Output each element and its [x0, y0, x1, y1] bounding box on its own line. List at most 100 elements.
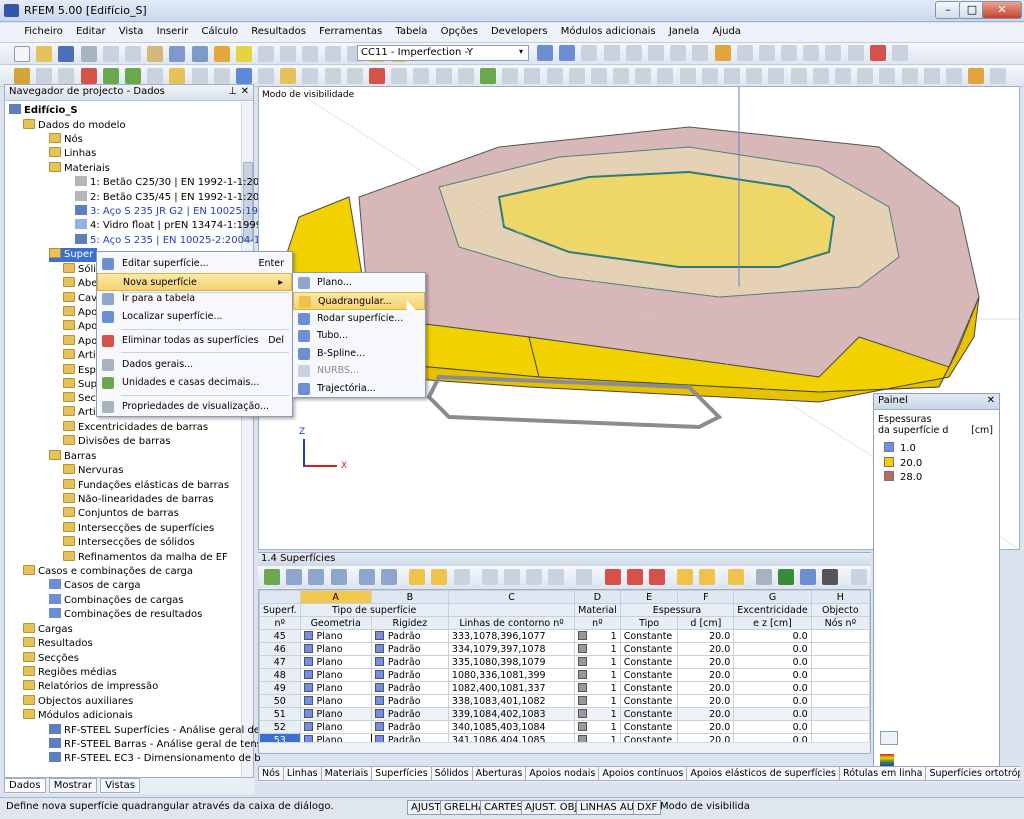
view-icon[interactable] [892, 45, 908, 61]
table-tool-icon[interactable] [677, 569, 694, 585]
panel-close-icon[interactable]: ✕ [987, 395, 995, 406]
col-d[interactable]: D [574, 590, 621, 604]
table-row[interactable]: 50 Plano Padrão 338,1083,401,1082 1 Constante… [259, 694, 870, 708]
tool-icon[interactable] [302, 68, 319, 84]
tree-solid-intersections[interactable]: Intersecções de sólidos [63, 536, 195, 550]
sub-trajectory[interactable]: Trajectória... [293, 380, 425, 398]
tree-member-nonlinearities[interactable]: Não-linearidades de barras [63, 493, 214, 507]
save-icon[interactable] [58, 46, 75, 62]
tool-icon[interactable] [369, 68, 385, 84]
tree-member-foundations[interactable]: Fundações elásticas de barras [63, 479, 229, 493]
tree-lines[interactable]: Linhas [49, 147, 96, 161]
print-icon[interactable] [80, 46, 97, 62]
tree-module-rf-steel-ec3[interactable]: RF-STEEL EC3 - Dimensionamento de b [49, 752, 261, 766]
sheet-tab-materiais[interactable]: Materiais [320, 766, 373, 781]
table-tool-icon[interactable] [358, 569, 375, 585]
table-tool-icon[interactable] [800, 569, 817, 585]
tool-icon[interactable] [413, 68, 430, 84]
table-tool-icon[interactable] [380, 569, 397, 585]
ctx-new-surface[interactable]: Nova superfície ▸ [97, 273, 292, 291]
cut-icon[interactable] [102, 46, 119, 62]
tree-member-sets[interactable]: Conjuntos de barras [63, 507, 179, 521]
sub-pipe[interactable]: Tubo... [293, 327, 425, 345]
tree-guide-objects[interactable]: Objectos auxiliares [23, 695, 133, 709]
table-row[interactable]: 47 Plano Padrão 335,1080,398,1079 1 Constante… [259, 655, 870, 669]
tree-result-combinations[interactable]: Combinações de resultados [49, 608, 202, 622]
tree-module-rf-steel-members[interactable]: RF-STEEL Barras - Análise geral de tens [49, 738, 262, 752]
sheet-tab-linhas[interactable]: Linhas [282, 766, 322, 781]
ctx-display-properties[interactable]: Propriedades de visualização... [97, 398, 292, 416]
tool-icon[interactable] [14, 68, 30, 84]
sheet-tab-rotulas[interactable]: Rótulas em linha [839, 766, 927, 781]
tool-icon[interactable] [213, 68, 230, 84]
tool-icon[interactable] [435, 68, 452, 84]
table-row[interactable]: 45 Plano Padrão 333,1078,396,1077 1 Constante… [259, 629, 870, 643]
tool-icon[interactable] [701, 68, 718, 84]
sheet-tab-ortotropicas[interactable]: Superfícies ortotrópicas [925, 766, 1020, 781]
table-row[interactable]: 46 Plano Padrão 334,1079,397,1078 1 Constante… [259, 642, 870, 656]
tool-icon[interactable] [280, 68, 297, 84]
loadcase-dropdown-arrow[interactable]: ▾ [519, 47, 523, 56]
tree-material-3[interactable]: 3: Aço S 235 JR G2 | EN 10025:1994-0 [75, 205, 281, 219]
sheet-tab-superficies[interactable]: Superfícies [371, 766, 432, 781]
tool-icon[interactable] [879, 68, 896, 84]
tree-nodes[interactable]: Nós [49, 133, 83, 147]
menu-app-icon[interactable] [0, 28, 16, 34]
table-row[interactable]: 52 Plano Padrão 340,1085,403,1084 1 Constante… [259, 720, 870, 734]
tool-icon[interactable] [36, 68, 53, 84]
tree-load-cases[interactable]: Casos de carga [49, 579, 141, 593]
table-tool-icon[interactable] [286, 569, 303, 585]
tab-mostrar[interactable]: Mostrar [48, 778, 97, 793]
table-tool-icon[interactable] [548, 569, 565, 585]
view-icon[interactable] [758, 45, 775, 61]
sheet-tab-apoios-continuos[interactable]: Apoios contínuos [598, 766, 688, 781]
next-icon[interactable] [559, 45, 576, 61]
table-tool-icon[interactable] [526, 569, 543, 585]
tool-icon[interactable] [768, 68, 785, 84]
table-hscrollbar[interactable] [259, 742, 870, 753]
menu-ferramentas[interactable]: Ferramentas [314, 23, 387, 40]
tree-printout-reports[interactable]: Relatórios de impressão [23, 680, 158, 694]
navigator-close-icon[interactable]: ✕ [241, 86, 249, 97]
view-icon[interactable] [603, 45, 620, 61]
table-tool-icon[interactable] [409, 569, 426, 585]
col-h[interactable]: H [810, 590, 870, 604]
dxf-button[interactable]: DXF [633, 800, 662, 815]
tree-root[interactable]: Edifício_S [9, 104, 78, 118]
menu-developers[interactable]: Developers [486, 23, 553, 40]
view-icon[interactable] [625, 45, 642, 61]
view-icon[interactable] [736, 45, 753, 61]
menu-opcoes[interactable]: Opções [436, 23, 483, 40]
tool-icon[interactable] [657, 68, 674, 84]
table-tool-icon[interactable] [822, 569, 839, 585]
tree-loads[interactable]: Cargas [23, 623, 73, 637]
tool-icon[interactable] [102, 68, 119, 84]
close-button[interactable]: ✕ [982, 1, 1022, 19]
table-row[interactable]: 49 Plano Padrão 1082,400,1081,337 1 Constante… [259, 681, 870, 695]
redo-icon[interactable] [191, 46, 208, 62]
tab-vistas[interactable]: Vistas [100, 778, 140, 793]
table-tool-icon[interactable] [453, 569, 470, 585]
view-icon[interactable] [581, 45, 598, 61]
snap-button[interactable]: AJUST [407, 800, 445, 815]
tool-icon[interactable] [324, 68, 341, 84]
tool-icon[interactable] [834, 68, 851, 84]
tree-member-divisions[interactable]: Divisões de barras [63, 435, 171, 449]
sub-plane[interactable]: Plano... [293, 274, 425, 292]
tree-average-regions[interactable]: Regiões médias [23, 666, 117, 680]
view-icon[interactable] [692, 45, 709, 61]
tree-module-rf-steel-surfaces[interactable]: RF-STEEL Superfícies - Análise geral de [49, 724, 260, 738]
tree-material-2[interactable]: 2: Betão C35/45 | EN 1992-1-1:2004/ [75, 191, 275, 205]
ctx-units-decimals[interactable]: Unidades e casas decimais... [97, 374, 292, 392]
minimize-button[interactable]: – [935, 1, 961, 19]
menu-ajuda[interactable]: Ajuda [707, 23, 745, 40]
tool-icon[interactable] [258, 68, 275, 84]
table-tool-icon[interactable] [330, 569, 347, 585]
table-tool-icon[interactable] [431, 569, 448, 585]
view-icon[interactable] [825, 45, 842, 61]
tree-results[interactable]: Resultados [23, 637, 93, 651]
loadcase-select[interactable]: CC11 - Imperfection -Y [357, 45, 529, 61]
tree-ribs[interactable]: Nervuras [63, 464, 123, 478]
tool-icon[interactable] [812, 68, 829, 84]
menu-inserir[interactable]: Inserir [152, 23, 194, 40]
